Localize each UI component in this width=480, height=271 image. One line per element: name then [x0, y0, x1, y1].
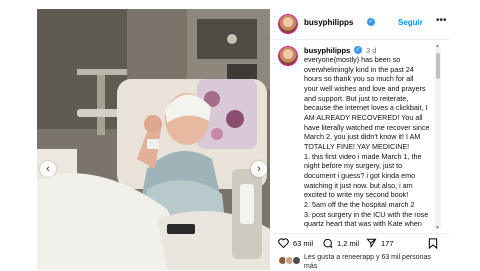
share-action[interactable]: 177 [366, 238, 394, 248]
share-icon [366, 238, 377, 248]
caption-avatar[interactable] [278, 46, 298, 66]
post-side-panel: busyphilipps ✓ Seguir ••• busyphilipps ✓… [270, 9, 450, 270]
post-header: busyphilipps ✓ Seguir ••• [270, 9, 450, 40]
caption-text: everyone(mostly) has been so overwhelmin… [304, 55, 430, 229]
caption-area: busyphilipps ✓ 3 d everyone(mostly) has … [270, 43, 450, 231]
chevron-right-icon: › [257, 163, 261, 175]
scroll-down-icon[interactable]: ▼ [435, 225, 440, 231]
likes-summary: Les gusta a reneerapp y 63 mil personas … [270, 254, 450, 270]
like-action[interactable]: 63 mil [278, 238, 313, 248]
likes-text[interactable]: Les gusta a reneerapp y 63 mil personas … [304, 254, 444, 271]
likes-count: 63 mil [293, 238, 314, 248]
more-options-icon[interactable]: ••• [436, 15, 447, 26]
next-media-button[interactable]: › [251, 161, 267, 177]
liker-avatars [278, 256, 301, 265]
post-media[interactable]: ‹ › [37, 9, 270, 270]
action-bar: 63 mil 1,2 mil 177 [270, 233, 450, 254]
avatar[interactable] [278, 14, 298, 34]
caption-verified-badge-icon: ✓ [354, 46, 362, 54]
caption-username[interactable]: busyphilipps [304, 46, 350, 55]
bookmark-icon [428, 238, 438, 249]
liker-avatar[interactable] [292, 256, 301, 265]
chevron-left-icon: ‹ [46, 163, 50, 175]
scrollbar-thumb[interactable] [436, 53, 440, 79]
follow-button[interactable]: Seguir [398, 18, 423, 27]
shares-count: 177 [381, 238, 394, 248]
previous-media-button[interactable]: ‹ [40, 161, 56, 177]
post-time[interactable]: 3 d [366, 46, 376, 55]
save-action[interactable] [428, 238, 442, 249]
heart-icon [278, 238, 289, 248]
verified-badge-icon: ✓ [367, 18, 375, 26]
comment-icon [323, 238, 333, 248]
hospital-photo [37, 9, 270, 270]
scroll-up-icon[interactable]: ▲ [435, 43, 440, 49]
instagram-post-view: ‹ › busyphilipps ✓ Seguir ••• busyphilip… [0, 0, 480, 270]
comments-count: 1,2 mil [337, 238, 360, 248]
header-username[interactable]: busyphilipps [304, 18, 353, 27]
comment-action[interactable]: 1,2 mil [322, 238, 359, 248]
